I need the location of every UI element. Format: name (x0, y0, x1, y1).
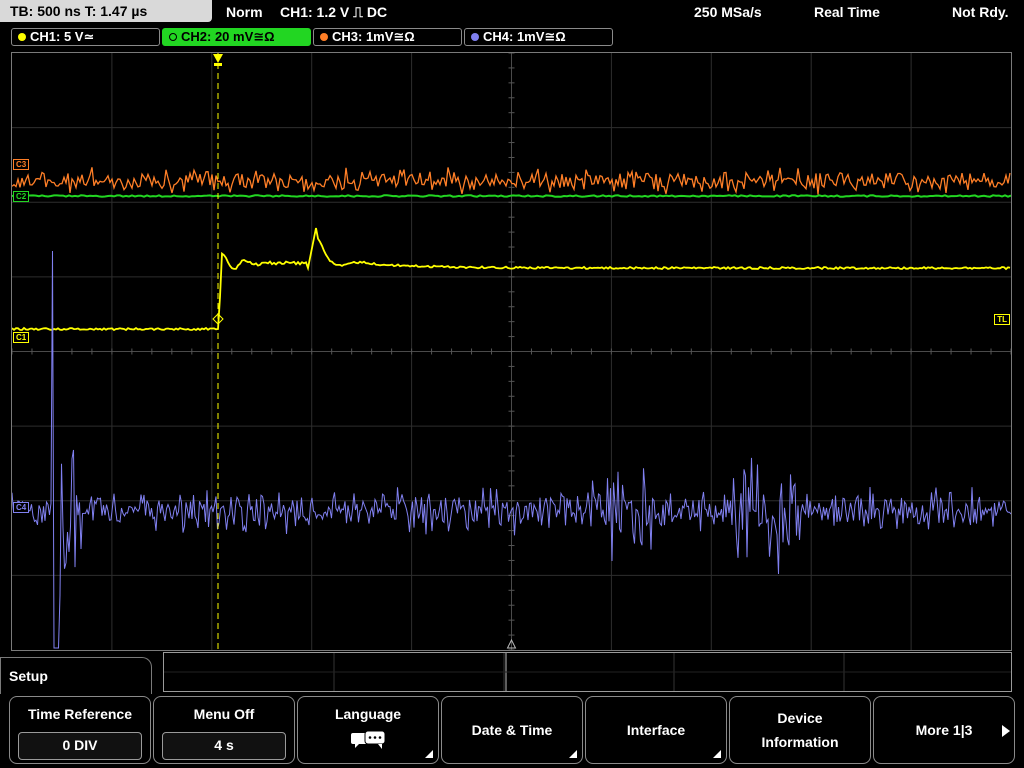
device-information-button[interactable]: Device Information (729, 696, 871, 764)
menu-off-label: Menu Off (193, 706, 255, 722)
overview-grid (164, 653, 1011, 691)
interface-label: Interface (626, 722, 686, 738)
ch2-ground-marker[interactable]: C2 (13, 191, 30, 202)
channel-tab-ch4[interactable]: CH4: 1mV≅Ω (464, 28, 613, 46)
waveform-graticule (12, 53, 1011, 650)
submenu-corner-icon (713, 750, 721, 758)
trigger-level-marker[interactable]: TL (994, 314, 1010, 325)
more-button[interactable]: More 1|3 (873, 696, 1015, 764)
submenu-corner-icon (425, 750, 433, 758)
trigger-position-icon (213, 54, 223, 63)
channel-tab-ch1[interactable]: CH1: 5 V≃ (11, 28, 160, 46)
status-bar: TB: 500 ns T: 1.47 µs Norm CH1: 1.2 V ⎍ … (0, 0, 1024, 24)
menu-off-button[interactable]: Menu Off 4 s (153, 696, 295, 764)
time-reference-button[interactable]: Time Reference 0 DIV (9, 696, 151, 764)
date-time-label: Date & Time (471, 722, 553, 738)
ch2-dot-icon (169, 33, 177, 41)
ch4-ground-marker[interactable]: C4 (13, 502, 30, 513)
timebase-readout[interactable]: TB: 500 ns T: 1.47 µs (0, 0, 212, 22)
device-information-label: Device Information (761, 710, 839, 750)
more-label: More 1|3 (915, 722, 973, 738)
date-time-button[interactable]: Date & Time (441, 696, 583, 764)
softkey-bar: Time Reference 0 DIV Menu Off 4 s Langua… (0, 694, 1024, 768)
ch4-dot-icon (471, 33, 479, 41)
channel-tab-ch2[interactable]: CH2: 20 mV≅Ω (162, 28, 311, 46)
trigger-position-icon (214, 63, 222, 66)
acquisition-status: Not Rdy. (952, 4, 1009, 20)
ch1-label: CH1: 5 V≃ (30, 29, 95, 44)
chevron-right-icon (1002, 725, 1010, 737)
ch1-dot-icon (18, 33, 26, 41)
ch3-label: CH3: 1mV≅Ω (332, 29, 415, 44)
time-reference-label: Time Reference (27, 706, 132, 722)
speech-bubbles-icon (351, 730, 386, 749)
ch2-label: CH2: 20 mV≅Ω (181, 29, 275, 44)
ch3-dot-icon (320, 33, 328, 41)
ch3-ground-marker[interactable]: C3 (13, 159, 30, 170)
sample-rate: 250 MSa/s (694, 4, 762, 20)
language-label: Language (334, 706, 402, 722)
submenu-corner-icon (569, 750, 577, 758)
overview-strip[interactable] (163, 652, 1012, 692)
trigger-readout[interactable]: CH1: 1.2 V ⎍ DC (280, 0, 387, 24)
trigger-mode[interactable]: Norm (226, 0, 263, 24)
language-button[interactable]: Language (297, 696, 439, 764)
ch2-trace (12, 194, 1011, 198)
ch4-label: CH4: 1mV≅Ω (483, 29, 566, 44)
waveform-display[interactable]: C3 C2 C1 C4 TL (11, 52, 1012, 651)
menu-off-value: 4 s (162, 732, 286, 760)
channel-tab-ch3[interactable]: CH3: 1mV≅Ω (313, 28, 462, 46)
ch1-ground-marker[interactable]: C1 (13, 332, 30, 343)
menu-title: Setup (0, 657, 152, 694)
graticule-grid (12, 53, 1011, 650)
time-reference-value: 0 DIV (18, 732, 142, 760)
channel-bar: CH1: 5 V≃ CH2: 20 mV≅Ω CH3: 1mV≅Ω CH4: 1… (0, 26, 1024, 48)
acquisition-mode: Real Time (814, 4, 880, 20)
interface-button[interactable]: Interface (585, 696, 727, 764)
